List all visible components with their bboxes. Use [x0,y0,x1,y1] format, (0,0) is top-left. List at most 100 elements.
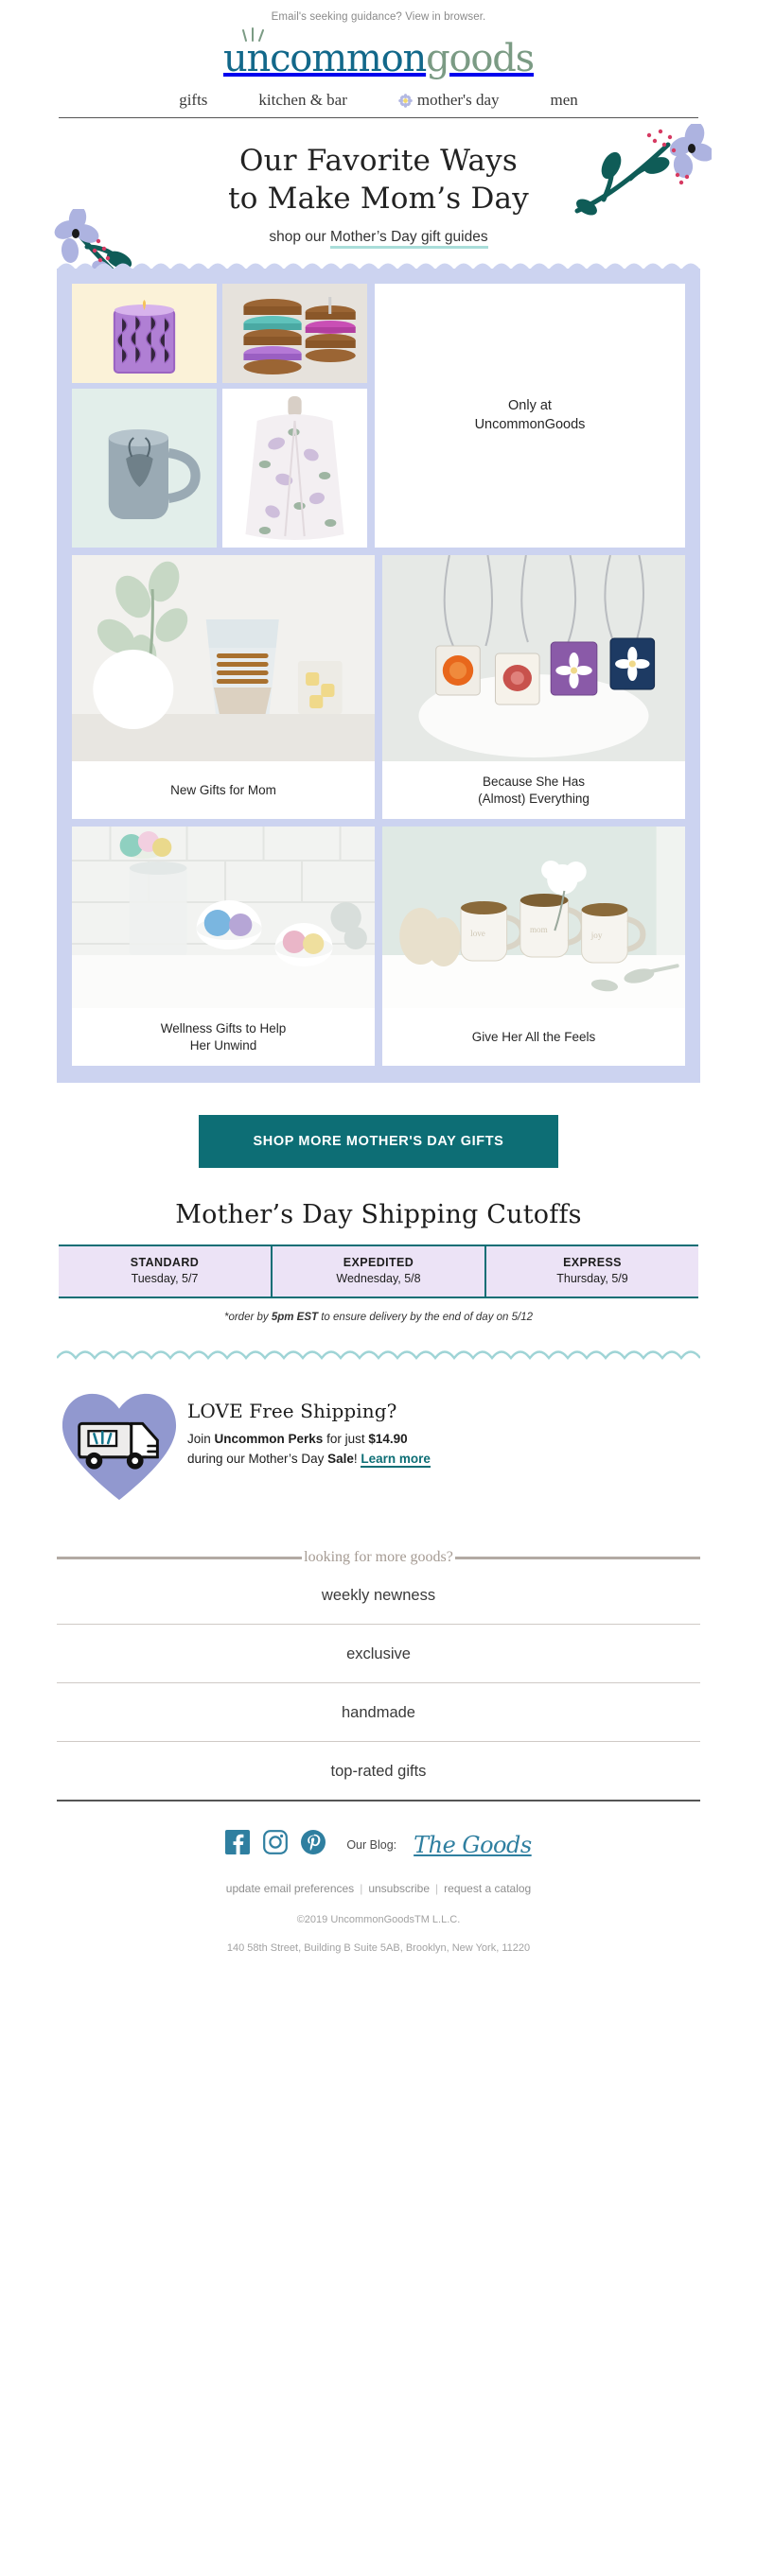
shipping-cell-expedited: EXPEDITED Wednesday, 5/8 [271,1246,484,1297]
more-link-weekly-newness[interactable]: weekly newness [57,1566,700,1626]
shipping-cell-standard: STANDARD Tuesday, 5/7 [59,1246,271,1297]
nav-label-gifts: gifts [179,91,208,109]
more-goods-header: looking for more goods? [57,1549,700,1566]
page-title: Our Favorite Ways to Make Mom’s Day [0,143,757,218]
product-tile-bath-bombs[interactable] [72,827,375,1009]
shipping-tier-date: Wednesday, 5/8 [336,1272,421,1286]
update-preferences-link[interactable]: update email preferences [226,1882,354,1895]
shipping-note: *order by 5pm EST to ensure delivery by … [59,1312,698,1323]
hero-sub-prefix: shop our [269,229,331,246]
main-nav: gifts kitchen & bar mother's day men [59,91,698,118]
divider-left [57,1556,303,1559]
caption-line-2: Her Unwind [189,1037,257,1053]
email-body: Email's seeking guidance? View in browse… [0,0,757,1954]
only-at-uncommongoods-tile[interactable]: Only at UncommonGoods [375,284,685,548]
logo-text-uncommon: uncommon [222,37,427,80]
tile-caption-wellness-gifts[interactable]: Wellness Gifts to Help Her Unwind [72,1008,375,1067]
free-shipping-heart-icon[interactable] [59,1386,180,1507]
learn-more-link[interactable]: Learn more [361,1451,431,1468]
more-goods-section: looking for more goods? weekly newness e… [0,1507,757,1802]
grid-row-1: Only at UncommonGoods [72,284,685,548]
gift-guides-link[interactable]: Mother’s Day gift guides [330,229,488,250]
wave-divider-icon [56,1350,701,1361]
shipping-tier-date: Tuesday, 5/7 [131,1272,199,1286]
product-tile-candle[interactable] [72,284,217,384]
product-tile-mug[interactable] [72,389,217,548]
product-tile-pressed-flower-necklaces[interactable] [382,555,685,762]
grid-row-2: New Gifts for Mom Because She Has (Almos… [72,555,685,820]
address-text: 140 58th Street, Building B Suite 5AB, B… [226,1942,531,1955]
product-tile-robe[interactable] [222,389,367,548]
facebook-icon [225,1830,251,1855]
shipping-tier-label: EXPRESS [563,1256,622,1270]
perks-heading: LOVE Free Shipping? [187,1400,397,1423]
perks-text-block: LOVE Free Shipping? Join Uncommon Perks … [187,1386,431,1469]
svg-text:love: love [470,929,485,938]
more-link-exclusive[interactable]: exclusive [57,1625,700,1684]
nav-label-mothers-day: mother's day [416,91,500,109]
perks-line2-a: during our Mother’s Day [187,1451,328,1466]
caption-line-1: Wellness Gifts to Help [160,1020,287,1036]
headline-line-2: to Make Mom’s Day [228,181,529,216]
request-catalog-link[interactable]: request a catalog [444,1882,531,1895]
shipping-tier-label: EXPEDITED [343,1256,414,1270]
perks-section: LOVE Free Shipping? Join Uncommon Perks … [0,1366,757,1507]
nav-label-kitchen-bar: kitchen & bar [258,91,347,109]
perks-copy: Join Uncommon Perks for just $14.90 duri… [187,1430,431,1469]
headline-line-1: Our Favorite Ways [239,144,518,178]
blog-name-link[interactable]: The Goods [414,1832,532,1858]
svg-text:joy: joy [590,931,603,940]
perks-sale-word: Sale [327,1451,354,1466]
instagram-link[interactable] [263,1830,289,1859]
preheader-text[interactable]: Email's seeking guidance? View in browse… [0,0,757,23]
product-grid-panel: Only at UncommonGoods New Gifts for Mom … [57,263,700,1084]
perks-line1-a: Join [187,1432,215,1447]
tile-caption-because-she-has[interactable]: Because She Has (Almost) Everything [382,761,685,820]
product-tile-wood-stack[interactable] [222,284,367,384]
blog-label: Our Blog: [346,1837,397,1852]
brand-logo[interactable]: uncommongoods [222,27,535,80]
shipping-title: Mother’s Day Shipping Cutoffs [175,1200,582,1230]
unsubscribe-link[interactable]: unsubscribe [368,1882,430,1895]
more-link-handmade[interactable]: handmade [57,1683,700,1743]
hero-subtext: shop our Mother’s Day gift guides [0,229,757,250]
cta-section: SHOP MORE MOTHER'S DAY GIFTS [0,1083,757,1169]
footer-links: update email preferences | unsubscribe | req… [0,1882,757,1895]
social-row: Our Blog: The Goods [0,1801,757,1859]
perks-line1-c: for just [323,1432,369,1447]
tile-caption-new-gifts[interactable]: New Gifts for Mom [72,761,375,820]
footer-separator: | [360,1882,363,1896]
note-part-c: to ensure delivery by the end of day on … [318,1312,534,1324]
caption-line-1: Because She Has [482,774,586,789]
nav-item-mothers-day[interactable]: mother's day [398,91,500,110]
facebook-link[interactable] [225,1830,251,1859]
more-link-top-rated-gifts[interactable]: top-rated gifts [57,1742,700,1802]
footer-separator: | [435,1882,439,1896]
flower-icon [398,93,413,108]
sparkle-icon [241,27,264,42]
nav-item-men[interactable]: men [551,91,578,110]
perks-price: $14.90 [368,1432,408,1447]
copyright-text: ©2019 UncommonGoodsTM L.L.C. [296,1914,461,1926]
product-tile-coffee-maker[interactable] [72,555,375,762]
instagram-icon [263,1830,289,1855]
scallop-edge-icon [57,263,700,270]
logo-row: uncommongoods [0,23,757,91]
only-at-line-2: UncommonGoods [474,416,586,432]
pinterest-link[interactable] [301,1830,326,1859]
more-goods-label: looking for more goods? [304,1549,453,1566]
grid-row-3: Wellness Gifts to Help Her Unwind love m… [72,827,685,1067]
shop-more-button[interactable]: SHOP MORE MOTHER'S DAY GIFTS [199,1115,558,1169]
shipping-cutoffs-section: Mother’s Day Shipping Cutoffs STANDARD T… [0,1168,757,1323]
tile-caption-give-her-all-the-feels[interactable]: Give Her All the Feels [382,1008,685,1067]
shipping-tier-date: Thursday, 5/9 [556,1272,628,1286]
product-tile-mugs[interactable]: love mom joy [382,827,685,1009]
svg-text:mom: mom [530,925,548,934]
nav-item-kitchen-bar[interactable]: kitchen & bar [258,91,346,110]
nav-item-gifts[interactable]: gifts [179,91,207,110]
nav-label-men: men [550,91,578,109]
hero-section: Our Favorite Ways to Make Mom’s Day shop… [0,118,757,312]
only-at-line-1: Only at [508,398,552,414]
caption-line-2: (Almost) Everything [478,791,590,806]
perks-program-name: Uncommon Perks [214,1432,324,1447]
